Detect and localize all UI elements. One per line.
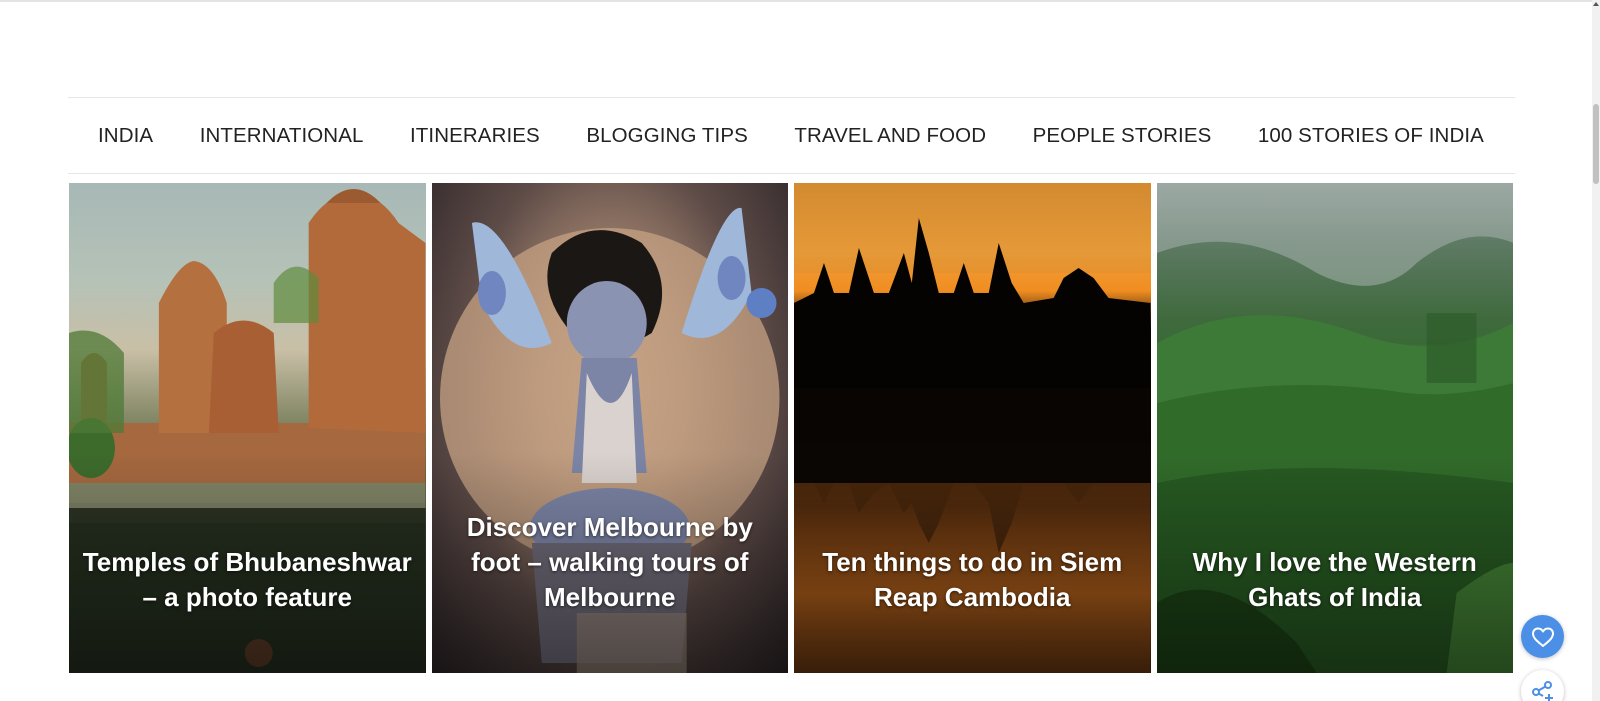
- post-title[interactable]: Discover Melbourne by foot – walking tou…: [444, 510, 777, 615]
- post-title[interactable]: Temples of Bhubaneshwar – a photo featur…: [81, 545, 414, 615]
- featured-posts-grid: Temples of Bhubaneshwar – a photo featur…: [69, 183, 1513, 673]
- nav-item-india[interactable]: INDIA: [98, 124, 153, 148]
- like-button[interactable]: [1521, 615, 1564, 658]
- post-card-siem-reap[interactable]: Ten things to do in Siem Reap Cambodia: [794, 183, 1151, 673]
- nav-item-travel-and-food[interactable]: TRAVEL AND FOOD: [794, 124, 986, 148]
- post-card-western-ghats[interactable]: Why I love the Western Ghats of India: [1156, 183, 1513, 673]
- post-title[interactable]: Why I love the Western Ghats of India: [1169, 545, 1502, 615]
- post-title[interactable]: Ten things to do in Siem Reap Cambodia: [806, 545, 1139, 615]
- post-card-temples[interactable]: Temples of Bhubaneshwar – a photo featur…: [69, 183, 426, 673]
- category-nav: INDIA INTERNATIONAL ITINERARIES BLOGGING…: [68, 97, 1515, 174]
- heart-icon: [1531, 627, 1554, 647]
- nav-item-100-stories[interactable]: 100 STORIES OF INDIA: [1258, 124, 1484, 148]
- page-scrollbar[interactable]: [1592, 0, 1600, 701]
- nav-item-blogging-tips[interactable]: BLOGGING TIPS: [586, 124, 748, 148]
- nav-item-people-stories[interactable]: PEOPLE STORIES: [1033, 124, 1212, 148]
- post-card-melbourne[interactable]: Discover Melbourne by foot – walking tou…: [431, 183, 788, 673]
- scrollbar-thumb[interactable]: [1593, 104, 1599, 184]
- share-icon: [1531, 680, 1553, 701]
- top-divider: [0, 0, 1592, 2]
- share-button[interactable]: [1521, 670, 1564, 701]
- scroll-up-icon[interactable]: [1593, 2, 1599, 6]
- nav-item-itineraries[interactable]: ITINERARIES: [410, 124, 540, 148]
- nav-item-international[interactable]: INTERNATIONAL: [200, 124, 364, 148]
